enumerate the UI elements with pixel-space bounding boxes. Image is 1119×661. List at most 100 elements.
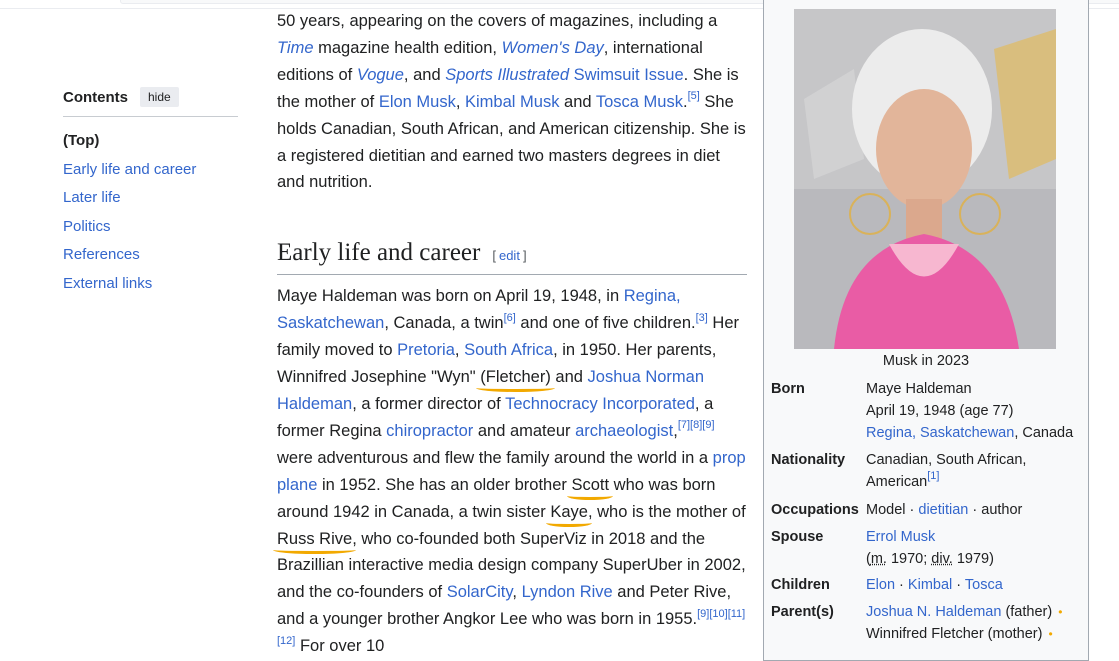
article-body: 50 years, appearing on the covers of mag… [277,8,747,660]
citation-7-8-9[interactable]: [7][8][9] [678,419,715,431]
separator: · [968,502,982,518]
value-born: Maye Haldeman April 19, 1948 (age 77) Re… [866,378,1081,444]
link-solarcity[interactable]: SolarCity [447,583,513,601]
bracket: [ [492,248,496,264]
toc-item-early-life[interactable]: Early life and career [63,156,238,185]
link-sports-illustrated[interactable]: Sports Illustrated [445,66,569,84]
text: , [454,341,465,360]
intro-paragraph: 50 years, appearing on the covers of mag… [277,8,747,196]
link-time[interactable]: Time [277,39,314,57]
link-lyndon-rive[interactable]: Lyndon Rive [522,583,613,601]
row-parents: Parent(s) Joshua N. Haldeman (father) • W… [771,601,1081,645]
link-swimsuit-issue[interactable]: Swimsuit Issue [574,66,684,84]
value-parents: Joshua N. Haldeman (father) • Winnifred F… [866,601,1081,645]
text: Maye Haldeman was born on April 19, 1948… [277,287,624,306]
born-place: Regina, Saskatchewan, Canada [866,422,1081,444]
link-child-kimbal[interactable]: Kimbal [908,577,952,593]
born-date: April 19, 1948 (age 77) [866,403,1014,419]
link-archaeologist[interactable]: archaeologist [575,422,673,440]
value-children: Elon · Kimbal · Tosca [866,574,1081,596]
separator: · [895,577,908,593]
link-south-africa[interactable]: South Africa [464,341,553,359]
text: , who is the mother of [587,502,746,521]
text: and amateur [473,421,576,440]
link-born-place[interactable]: Regina, Saskatchewan [866,425,1014,441]
label-occupations: Occupations [771,502,859,518]
edit-section: [edit] [492,243,526,270]
row-occupations: Occupations Model · dietitian · author [771,499,1081,521]
underlined-scott: Scott [571,475,610,494]
section-title: Early life and career [277,239,481,267]
toc-item-top[interactable]: (Top) [63,127,238,156]
text: , Canada [1014,425,1074,441]
text: and [550,368,588,387]
link-tosca-musk[interactable]: Tosca Musk [596,93,683,111]
spouse-dates: (m. 1970; div. 1979) [866,548,1081,570]
link-elon-musk[interactable]: Elon Musk [379,93,456,111]
link-errol-musk[interactable]: Errol Musk [866,529,935,545]
link-vogue[interactable]: Vogue [357,66,404,84]
link-kimbal-musk[interactable]: Kimbal Musk [465,93,559,111]
toc-item-external-links[interactable]: External links [63,270,238,299]
underlined-russ-rive: Russ Rive [277,529,353,548]
text: , a former director of [352,394,506,413]
label-born: Born [771,381,805,397]
infobox: Musk in 2023 Born Maye Haldeman April 19… [763,0,1089,661]
link-pretoria[interactable]: Pretoria [397,341,455,359]
text: For over 10 [295,637,385,656]
row-spouse: Spouse Errol Musk (m. 1970; div. 1979) [771,526,1081,570]
text: , and [403,65,446,84]
list-dot: • [1058,605,1063,619]
separator: · [952,577,965,593]
list-dot: • [1048,627,1053,641]
underlined-fletcher: (Fletcher) [480,368,551,387]
table-of-contents: Contents hide (Top) Early life and caree… [63,86,238,299]
text: (father) [1001,604,1053,620]
text: magazine health edition, [313,38,502,57]
link-technocracy[interactable]: Technocracy Incorporated [505,395,695,413]
value-spouse: Errol Musk (m. 1970; div. 1979) [866,526,1081,570]
link-joshua-n-haldeman[interactable]: Joshua N. Haldeman [866,604,1001,620]
row-nationality: Nationality Canadian, South African, Ame… [771,449,1081,493]
abbr-married: m. [870,551,887,567]
toc-title: Contents [63,88,128,106]
link-child-tosca[interactable]: Tosca [965,577,1003,593]
portrait-illustration [794,9,1056,349]
toc-item-politics[interactable]: Politics [63,213,238,242]
portrait-photo[interactable] [794,9,1056,349]
value-nationality: Canadian, South African, American[1] [866,449,1081,493]
label-spouse: Spouse [771,529,824,545]
born-name: Maye Haldeman [866,381,972,397]
text: author [981,502,1023,518]
text: 1979) [952,551,994,567]
toc-item-references[interactable]: References [63,241,238,270]
text: and one of five children. [515,314,696,333]
text: in 1952. She has an older brother [317,475,572,494]
toc-hide-button[interactable]: hide [140,87,179,107]
link-dietitian[interactable]: dietitian [918,502,968,518]
section-heading: Early life and career [edit] [277,236,747,276]
citation-5[interactable]: [5] [688,90,700,102]
row-born: Born Maye Haldeman April 19, 1948 (age 7… [771,378,1081,444]
citation-6[interactable]: [6] [504,312,516,324]
text: were adventurous and flew the family aro… [277,448,713,467]
bracket: ] [522,248,527,264]
row-children: Children Elon · Kimbal · Tosca [771,574,1081,596]
citation-3[interactable]: [3] [696,312,708,324]
toc-item-later-life[interactable]: Later life [63,184,238,213]
value-occupations: Model · dietitian · author [866,499,1081,521]
toc-list: (Top) Early life and career Later life P… [63,127,238,299]
link-child-elon[interactable]: Elon [866,577,895,593]
edit-link[interactable]: edit [499,248,520,263]
text: , [512,583,522,602]
early-life-paragraph: Maye Haldeman was born on April 19, 1948… [277,283,747,660]
link-chiropractor[interactable]: chiropractor [386,422,473,440]
text: Winnifred Fletcher (mother) [866,626,1043,642]
text: , [455,92,466,111]
citation-1[interactable]: [1] [927,470,939,482]
label-parents: Parent(s) [771,604,834,620]
text: and [559,92,596,111]
text: 1970; [886,551,932,567]
link-womens-day[interactable]: Women's Day [502,39,604,57]
text: , Canada, a twin [384,314,504,333]
